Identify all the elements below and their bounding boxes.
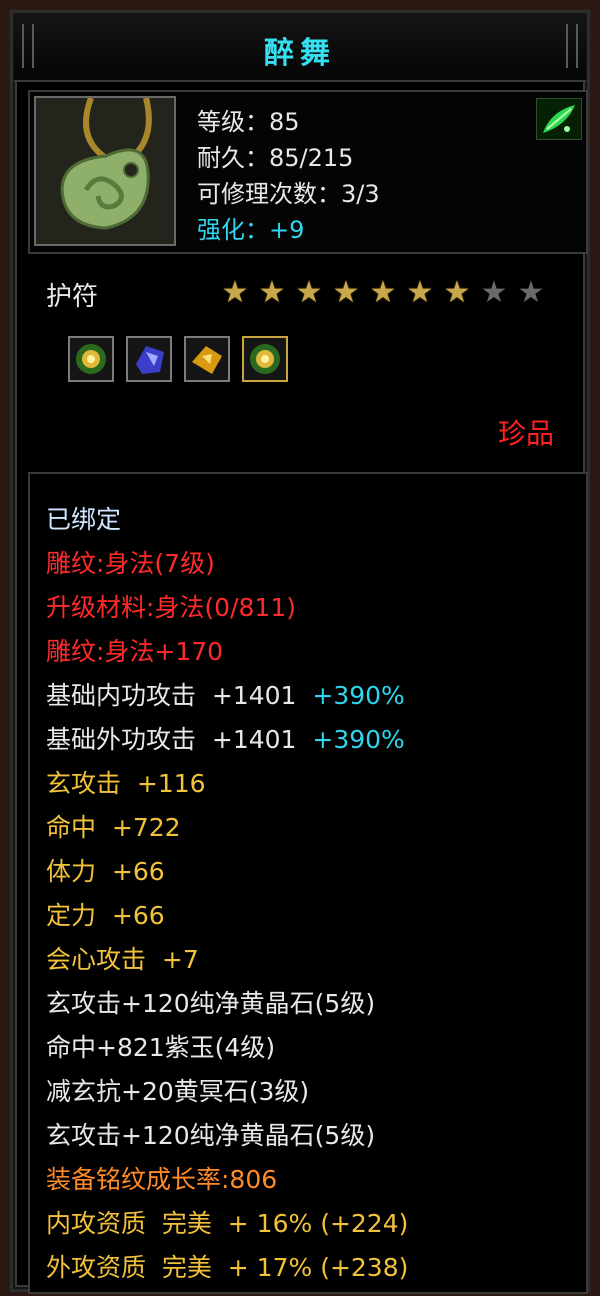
gem-slot-yellow-crystal-icon[interactable] — [184, 336, 230, 382]
inner-attack-percent: +390% — [312, 681, 405, 710]
outer-quality: 外攻资质 完美 + 17% (+238) — [46, 1253, 409, 1282]
item-type: 护符 — [46, 282, 99, 312]
star-filled-icon: ★ — [443, 275, 471, 310]
gem-bonus-1: 玄攻击+120纯净黄晶石(5级) — [46, 989, 376, 1018]
gem-slots — [68, 336, 288, 382]
gem-bonus-4: 玄攻击+120纯净黄晶石(5级) — [46, 1121, 376, 1150]
growth-rate: 装备铭纹成长率:806 — [46, 1165, 278, 1194]
item-enhance: 强化：+9 — [197, 216, 305, 244]
gem-slot-green-gold-orb-icon-2[interactable] — [242, 336, 288, 382]
engrave-level: 雕纹:身法(7级) — [46, 549, 215, 578]
star-filled-icon: ★ — [295, 275, 323, 310]
star-empty-icon: ★ — [517, 275, 545, 310]
outer-attack-line: 基础外功攻击 +1401 +390% — [46, 720, 405, 756]
item-level: 等级：85 — [197, 108, 300, 136]
star-filled-icon: ★ — [369, 275, 397, 310]
inner-quality: 内攻资质 完美 + 16% (+224) — [46, 1209, 409, 1238]
item-durability: 耐久：85/215 — [197, 144, 354, 172]
xuan-attack: 玄攻击 +116 — [46, 769, 206, 798]
inner-attack-label: 基础内功攻击 +1401 — [46, 681, 297, 710]
title-bar: 醉舞 — [14, 14, 586, 82]
inner-attack-line: 基础内功攻击 +1401 +390% — [46, 676, 405, 712]
star-filled-icon: ★ — [332, 275, 360, 310]
item-repairs: 可修理次数：3/3 — [197, 180, 380, 208]
star-empty-icon: ★ — [480, 275, 508, 310]
stamina-stat: 体力 +66 — [46, 857, 165, 886]
bound-status: 已绑定 — [46, 505, 122, 534]
rarity-label: 珍品 — [497, 417, 554, 450]
star-filled-icon: ★ — [221, 275, 249, 310]
star-rating: ★ ★ ★ ★ ★ ★ ★ ★ ★ — [218, 278, 548, 308]
jade-pendant-icon[interactable] — [34, 96, 176, 246]
focus-stat: 定力 +66 — [46, 901, 165, 930]
gem-bonus-3: 减玄抗+20黄冥石(3级) — [46, 1077, 310, 1106]
gem-slot-green-gold-orb-icon[interactable] — [68, 336, 114, 382]
outer-attack-label: 基础外功攻击 +1401 — [46, 725, 297, 754]
upgrade-material: 升级材料:身法(0/811) — [46, 593, 296, 622]
gem-slot-blue-crystal-icon[interactable] — [126, 336, 172, 382]
crit-stat: 会心攻击 +7 — [46, 945, 199, 974]
green-leaf-badge-icon — [536, 98, 582, 140]
item-name: 醉舞 — [264, 36, 336, 71]
star-filled-icon: ★ — [258, 275, 286, 310]
hit-stat: 命中 +722 — [46, 813, 181, 842]
gem-bonus-2: 命中+821紫玉(4级) — [46, 1033, 276, 1062]
star-filled-icon: ★ — [406, 275, 434, 310]
outer-attack-percent: +390% — [312, 725, 405, 754]
engrave-bonus: 雕纹:身法+170 — [46, 637, 224, 666]
